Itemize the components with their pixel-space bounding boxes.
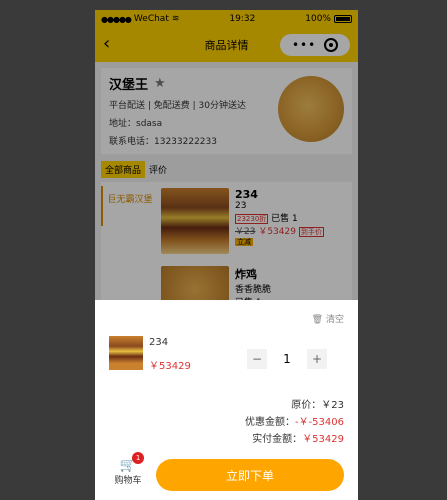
decrease-button[interactable]: − xyxy=(247,349,267,369)
cart-icon: 🛒 1 xyxy=(120,452,145,473)
modal-overlay[interactable] xyxy=(95,10,358,300)
cart-sheet: 🗑 清空 234 ￥53429 − 1 + 原价：￥23 优惠金额：-￥-534… xyxy=(95,300,358,500)
cart-item-price: ￥53429 xyxy=(149,361,191,372)
trash-icon: 🗑 xyxy=(311,315,324,325)
clear-cart-button[interactable]: 🗑 清空 xyxy=(312,312,344,325)
increase-button[interactable]: + xyxy=(307,349,327,369)
phone-screen: ●●●●● WeChat ≋ 19:32 100% ‹ 商品详情 ••• 汉堡王… xyxy=(95,10,358,500)
pay-amount-row: 实付金额：￥53429 xyxy=(252,434,344,445)
place-order-button[interactable]: 立即下单 xyxy=(156,459,344,491)
cart-label: 购物车 xyxy=(114,476,142,486)
discount-row: 优惠金额：-￥-53406 xyxy=(244,417,344,428)
cart-count-badge: 1 xyxy=(132,452,145,464)
original-price-row: 原价：￥23 xyxy=(291,400,344,411)
quantity-value: 1 xyxy=(283,352,291,366)
cart-button[interactable]: 🛒 1 购物车 xyxy=(113,452,145,486)
cart-item-image xyxy=(109,336,143,370)
cart-item-name: 234 xyxy=(149,337,169,348)
quantity-stepper[interactable]: − 1 + xyxy=(247,349,327,369)
